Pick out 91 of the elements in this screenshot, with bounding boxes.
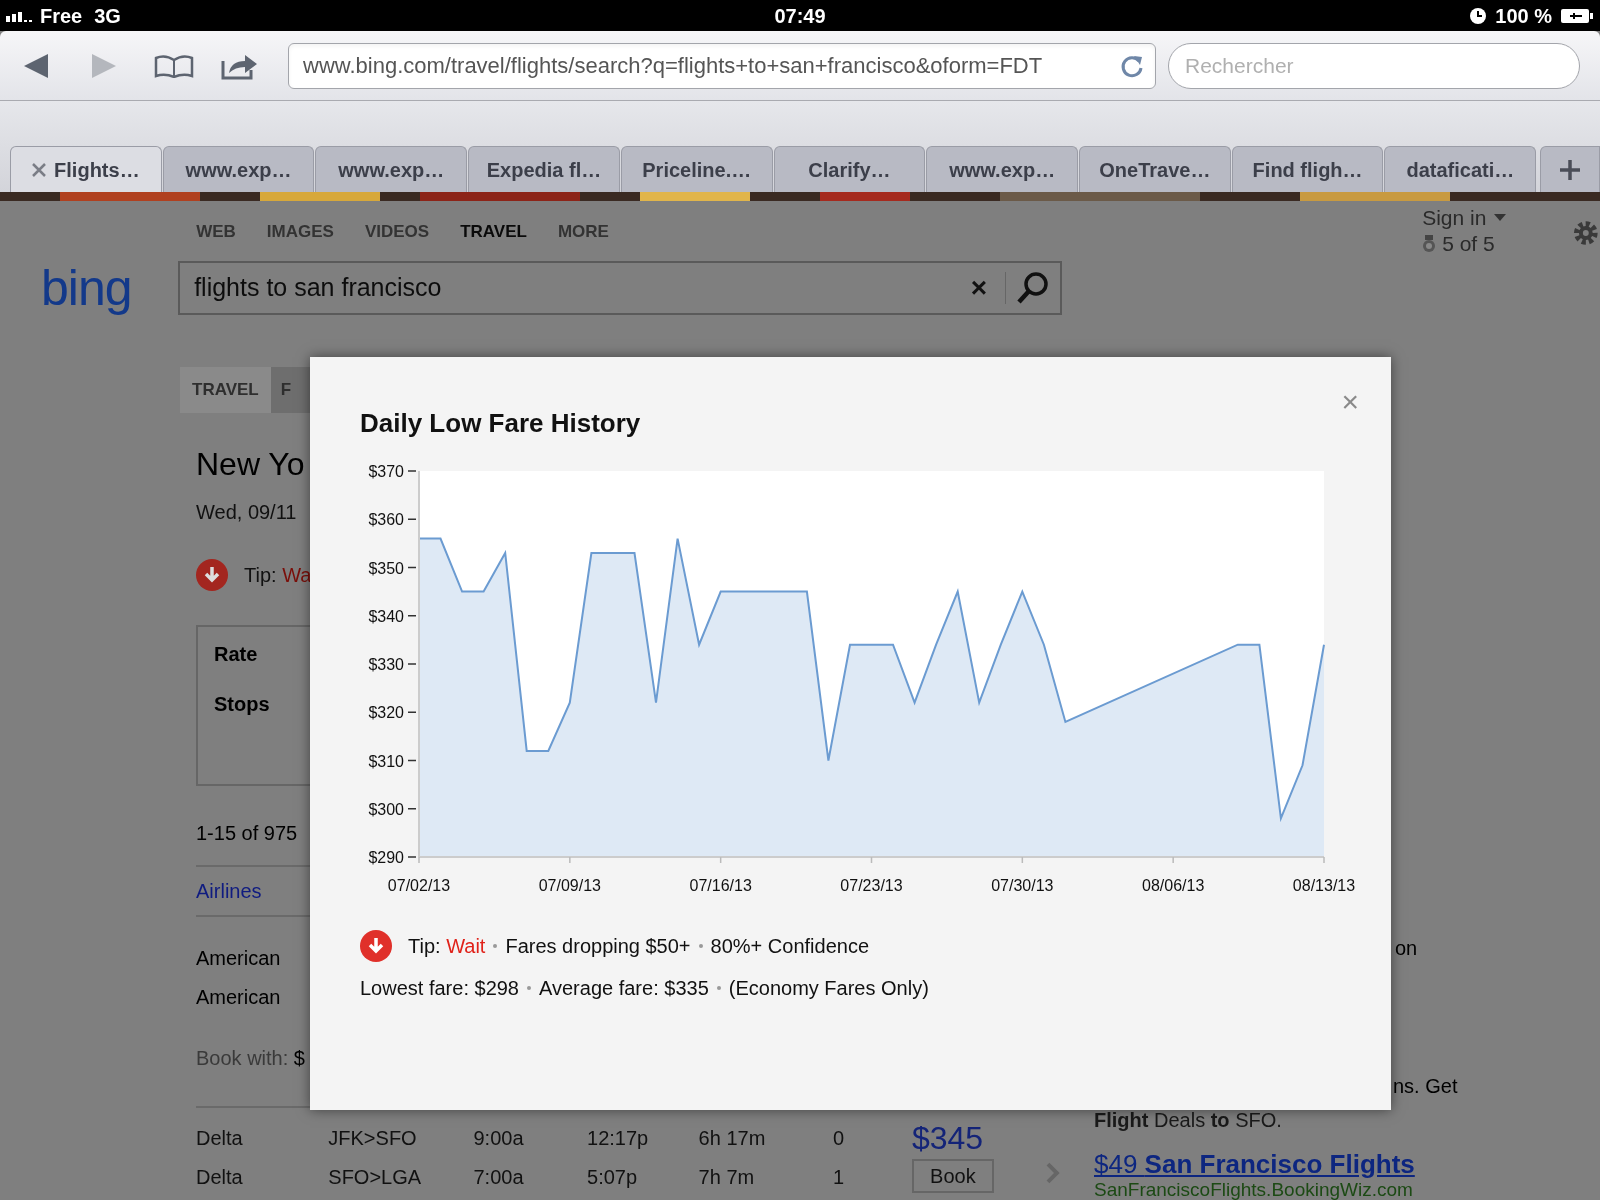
chart-title: Daily Low Fare History <box>360 407 641 439</box>
route-text: SFO>LGA <box>328 1164 423 1190</box>
close-icon <box>32 162 47 177</box>
nav-link[interactable]: VIDEOS <box>364 219 430 245</box>
y-tick-label: $310 <box>368 752 404 770</box>
arrival-time: 12:17p <box>587 1125 650 1151</box>
y-tick-label: $330 <box>368 656 404 673</box>
browser-tab[interactable]: www.exp… <box>315 146 468 192</box>
fare-summary: (Economy Fares Only) <box>728 976 929 1000</box>
battery-percent: 100 % <box>1495 3 1552 29</box>
close-button[interactable]: × <box>1341 379 1359 424</box>
travel-date: Wed, 09/11 <box>196 500 297 524</box>
clock-time: 07:49 <box>774 4 826 27</box>
stops-count: 1 <box>832 1164 845 1190</box>
nav-link[interactable]: IMAGES <box>266 219 334 245</box>
network-type: 3G <box>94 3 121 29</box>
departure-time: 7:00a <box>473 1164 525 1190</box>
airline-name: Delta <box>196 1125 244 1151</box>
new-tab-button[interactable] <box>1540 146 1600 192</box>
browser-tab[interactable]: Priceline.… <box>620 146 773 192</box>
y-tick-label: $300 <box>368 800 404 818</box>
y-tick-label: $290 <box>368 849 404 866</box>
search-box[interactable]: flights to san francisco × <box>178 261 1063 315</box>
browser-tab[interactable]: OneTrave… <box>1079 146 1231 192</box>
book-icon[interactable] <box>154 53 194 78</box>
price-text: $345 <box>911 1118 985 1157</box>
rewards-count: 5 of 5 <box>1442 231 1495 257</box>
tip-detail: 80%+ Confidence <box>710 934 869 959</box>
x-tick-label: 08/06/13 <box>1142 877 1205 894</box>
signal-icon <box>6 9 34 22</box>
sign-in-link[interactable]: Sign in <box>1422 205 1487 231</box>
airline-name: American <box>196 985 281 1009</box>
ad-url: SanFranciscoFlights.BookingWiz.com <box>1094 1180 1414 1200</box>
x-tick-label: 07/30/13 <box>991 877 1054 894</box>
search-icon[interactable] <box>1016 271 1051 305</box>
section-tab[interactable]: F <box>270 367 311 413</box>
fare-summary: Lowest fare: $298 <box>360 976 519 1000</box>
nav-link[interactable]: TRAVEL <box>460 219 527 245</box>
tip-text: Tip: Wa <box>244 563 312 588</box>
page-heading: New Yo <box>196 445 305 483</box>
x-tick-label: 07/23/13 <box>840 877 903 894</box>
browser-tab[interactable]: Expedia fl… <box>468 146 620 192</box>
browser-tab[interactable]: www.exp… <box>162 146 315 192</box>
book-button[interactable]: Book <box>911 1159 994 1193</box>
departure-time: 9:00a <box>473 1125 525 1151</box>
battery-icon <box>1560 7 1594 24</box>
x-tick-label: 07/09/13 <box>538 877 601 894</box>
y-tick-label: $350 <box>368 559 404 577</box>
plus-icon <box>1559 158 1582 181</box>
carrier-name: Free <box>40 3 83 29</box>
y-tick-label: $320 <box>368 704 404 722</box>
y-tick-label: $370 <box>368 463 404 480</box>
description-fragment: ns. Get <box>1393 1074 1458 1098</box>
ad-link[interactable]: $49 San Francisco Flights <box>1094 1150 1574 1178</box>
y-tick-label: $360 <box>368 511 404 529</box>
filter-label: Rate <box>214 643 258 665</box>
section-tab[interactable]: TRAVEL <box>180 367 271 413</box>
y-tick-label: $340 <box>368 607 404 625</box>
browser-tab[interactable]: Find fligh… <box>1231 146 1384 192</box>
settings-icon[interactable] <box>1572 219 1600 247</box>
clock-icon <box>1469 6 1488 25</box>
nav-link[interactable]: MORE <box>557 219 609 245</box>
browser-tab[interactable]: Clarify… <box>773 146 926 192</box>
flight-duration: 7h 7m <box>698 1164 756 1190</box>
browser-tab[interactable]: Flights… <box>10 146 162 192</box>
x-tick-label: 07/16/13 <box>689 877 752 894</box>
bing-logo[interactable]: bing <box>41 260 132 316</box>
airline-name: Delta <box>196 1164 244 1190</box>
x-tick-label: 07/02/13 <box>387 877 451 894</box>
flight-duration: 6h 17m <box>698 1125 767 1151</box>
caret-icon <box>1494 214 1507 222</box>
nav-link[interactable]: WEB <box>196 219 236 245</box>
tip-detail: Fares dropping $50+ <box>505 934 691 959</box>
route-text: JFK>SFO <box>328 1125 418 1151</box>
description-fragment: on <box>1395 936 1418 960</box>
chevron-icon <box>1046 1162 1060 1184</box>
fare-summary: Average fare: $335 <box>539 976 709 1000</box>
stops-count: 0 <box>832 1125 845 1151</box>
browser-tab[interactable]: dataficati… <box>1384 146 1537 192</box>
promo-text: Flight Deals to SFO. <box>1094 1108 1283 1132</box>
back-button[interactable] <box>22 52 50 79</box>
x-tick-label: 08/13/13 <box>1292 877 1356 894</box>
filter-label: Stops <box>214 693 270 715</box>
tip-text: Tip: Wait <box>408 934 486 959</box>
browser-tab[interactable]: www.exp… <box>926 146 1079 192</box>
medal-icon <box>1422 235 1437 253</box>
airline-name: American <box>196 946 281 970</box>
clear-button[interactable]: × <box>962 267 996 309</box>
url-field[interactable]: www.bing.com/travel/flights/search?q=flights+to+san+francisco&oform=FDT <box>288 42 1156 89</box>
arrival-time: 5:07p <box>587 1164 639 1190</box>
search-field[interactable]: Rechercher <box>1168 42 1580 89</box>
